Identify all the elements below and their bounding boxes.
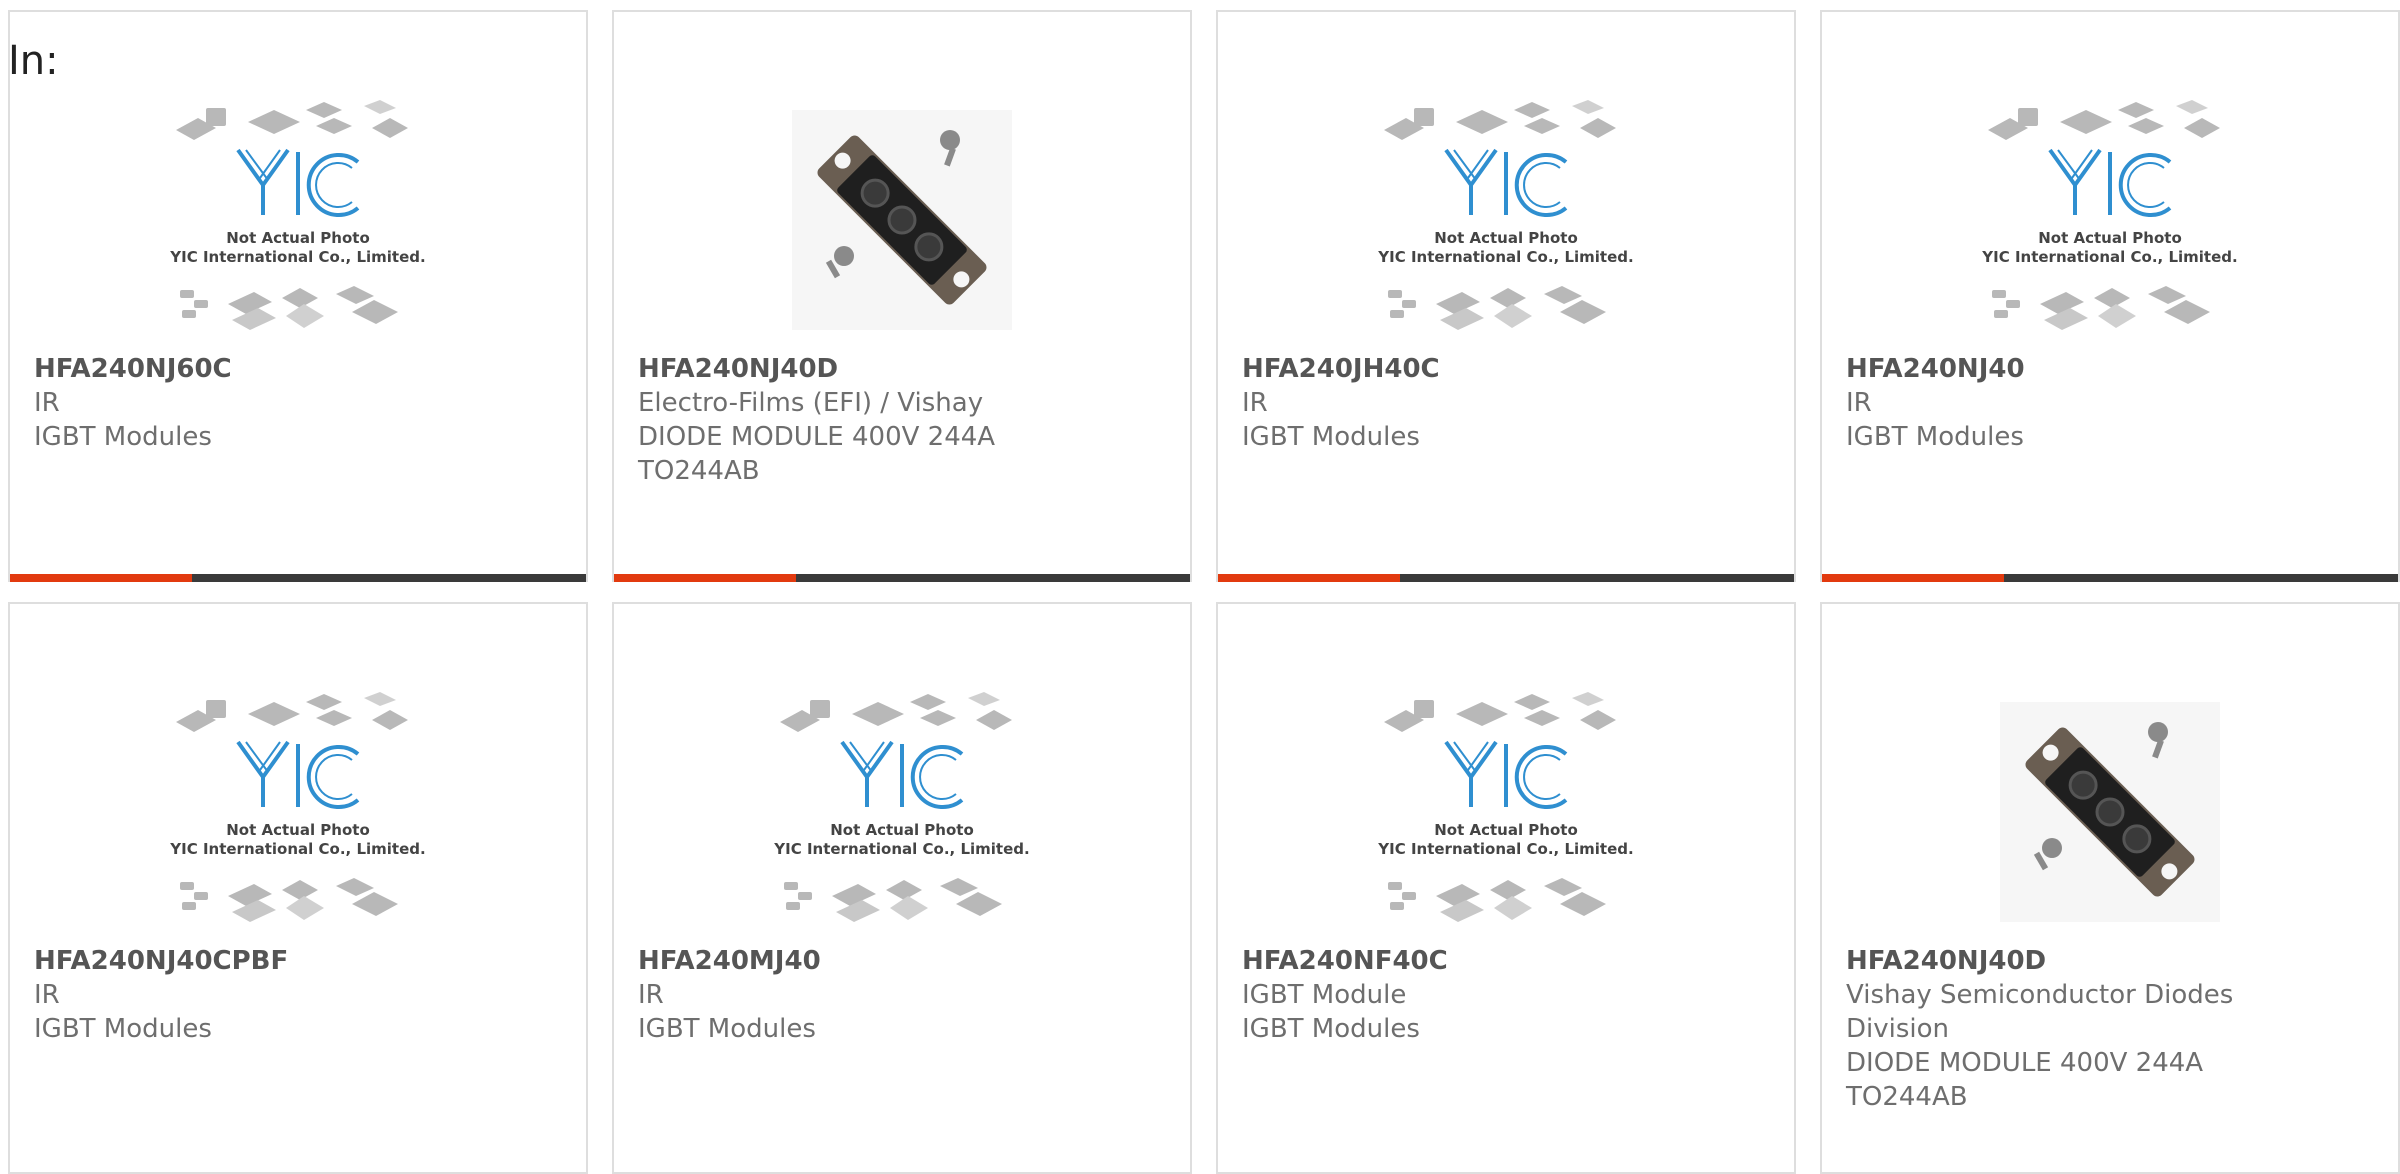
category: IGBT Modules [34,422,212,452]
photo-caption-line2: YIC International Co., Limited. [773,840,1029,858]
photo-caption-line1: Not Actual Photo [226,821,370,839]
part-number[interactable]: HFA240NJ40D [638,352,1166,386]
manufacturer: Vishay Semiconductor Diodes [1846,980,2234,1010]
placeholder-logo-icon: Not Actual Photo YIC International Co., … [1366,90,1646,350]
placeholder-logo-icon: Not Actual Photo YIC International Co., … [762,682,1042,942]
product-info: HFA240MJ40 IR IGBT Modules [638,944,1166,1046]
manufacturer: IR [34,980,60,1010]
product-info: HFA240NJ60C IR IGBT Modules [34,352,562,454]
category: IGBT Modules [638,1014,816,1044]
category: IGBT Modules [1242,422,1420,452]
photo-caption-line2: YIC International Co., Limited. [169,248,425,266]
product-info: HFA240NJ40D Electro-Films (EFI) / Vishay… [638,352,1166,488]
photo-caption-line2: YIC International Co., Limited. [1377,840,1633,858]
diode-module-icon [762,90,1042,350]
category: IGBT Modules [34,1014,212,1044]
product-grid: Not Actual Photo YIC International Co., … [8,10,2400,1174]
card-accent-bar [1822,574,2398,582]
placeholder-logo-icon: Not Actual Photo YIC International Co., … [1970,90,2250,350]
diode-module-icon [1970,682,2250,942]
part-number[interactable]: HFA240NJ40D [1846,944,2374,978]
manufacturer: IR [1242,388,1268,418]
manufacturer: IGBT Module [1242,980,1407,1010]
product-card[interactable]: HFA240NJ40D Electro-Films (EFI) / Vishay… [612,10,1192,582]
product-info: HFA240JH40C IR IGBT Modules [1242,352,1770,454]
placeholder-logo-icon: Not Actual Photo YIC International Co., … [158,90,438,350]
product-info: HFA240NF40C IGBT Module IGBT Modules [1242,944,1770,1046]
manufacturer: Electro-Films (EFI) / Vishay [638,388,984,418]
product-card[interactable]: Not Actual Photo YIC International Co., … [612,602,1192,1174]
product-card[interactable]: Not Actual Photo YIC International Co., … [1820,10,2400,582]
part-number[interactable]: HFA240NJ40CPBF [34,944,562,978]
product-info: HFA240NJ40 IR IGBT Modules [1846,352,2374,454]
part-number[interactable]: HFA240NF40C [1242,944,1770,978]
card-accent-bar [614,574,1190,582]
manufacturer: IR [34,388,60,418]
photo-caption-line1: Not Actual Photo [226,229,370,247]
manufacturer-line2: Division [1846,1014,1950,1044]
package: TO244AB [1846,1082,1968,1112]
product-card[interactable]: HFA240NJ40D Vishay Semiconductor Diodes … [1820,602,2400,1174]
part-number[interactable]: HFA240JH40C [1242,352,1770,386]
package: TO244AB [638,456,760,486]
photo-caption-line1: Not Actual Photo [1434,821,1578,839]
placeholder-logo-icon: Not Actual Photo YIC International Co., … [1366,682,1646,942]
product-info: HFA240NJ40D Vishay Semiconductor Diodes … [1846,944,2374,1114]
photo-caption-line2: YIC International Co., Limited. [169,840,425,858]
placeholder-logo-icon: Not Actual Photo YIC International Co., … [158,682,438,942]
photo-caption-line2: YIC International Co., Limited. [1981,248,2237,266]
product-card[interactable]: Not Actual Photo YIC International Co., … [1216,10,1796,582]
in-label: In: [8,38,59,84]
part-number[interactable]: HFA240MJ40 [638,944,1166,978]
part-number[interactable]: HFA240NJ40 [1846,352,2374,386]
product-info: HFA240NJ40CPBF IR IGBT Modules [34,944,562,1046]
card-accent-bar [1218,574,1794,582]
manufacturer: IR [1846,388,1872,418]
product-card[interactable]: Not Actual Photo YIC International Co., … [1216,602,1796,1174]
card-accent-bar [10,574,586,582]
category: IGBT Modules [1242,1014,1420,1044]
description: DIODE MODULE 400V 244A [638,422,996,452]
photo-caption-line1: Not Actual Photo [2038,229,2182,247]
photo-caption-line2: YIC International Co., Limited. [1377,248,1633,266]
product-card[interactable]: Not Actual Photo YIC International Co., … [8,10,588,582]
photo-caption-line1: Not Actual Photo [1434,229,1578,247]
manufacturer: IR [638,980,664,1010]
product-card[interactable]: Not Actual Photo YIC International Co., … [8,602,588,1174]
category: IGBT Modules [1846,422,2024,452]
photo-caption-line1: Not Actual Photo [830,821,974,839]
part-number[interactable]: HFA240NJ60C [34,352,562,386]
description: DIODE MODULE 400V 244A [1846,1048,2204,1078]
